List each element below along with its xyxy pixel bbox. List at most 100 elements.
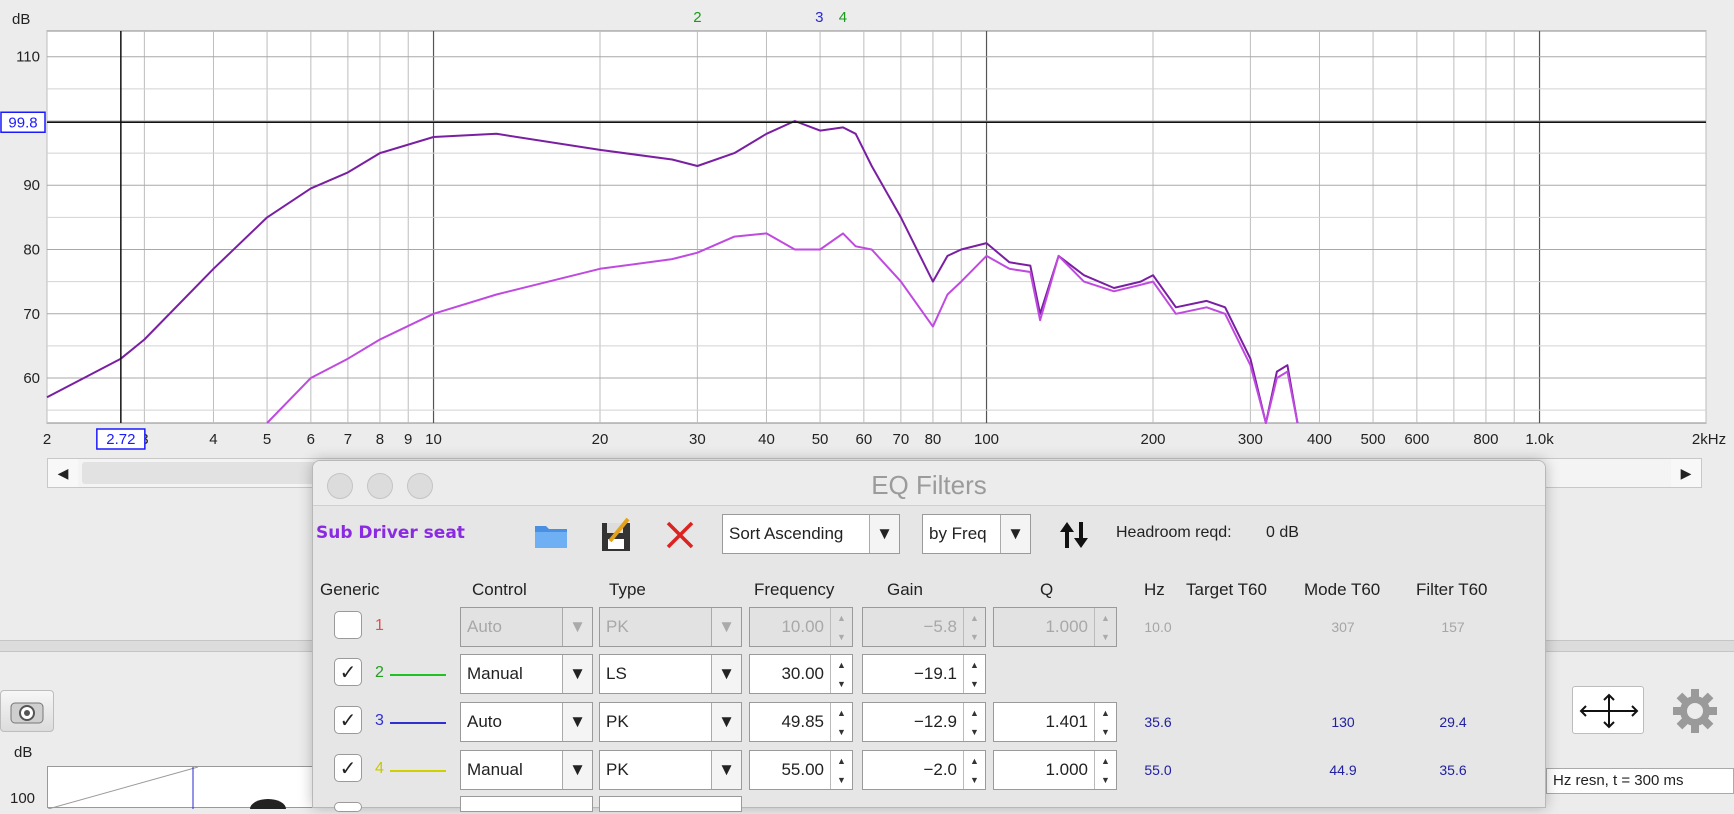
camera-button[interactable] <box>0 690 54 732</box>
chevron-down-icon: ▼ <box>562 608 592 646</box>
spin-up-icon[interactable]: ▲ <box>1095 751 1116 770</box>
spin-down-icon[interactable]: ▼ <box>1095 722 1116 741</box>
filter-q-value: 1.401 <box>1045 712 1088 731</box>
x-tick-label: 70 <box>893 431 910 448</box>
sort-order-select[interactable]: Sort Ascending ▼ <box>722 514 900 554</box>
filter-enable-checkbox[interactable] <box>334 611 362 639</box>
x-tick-label: 5 <box>263 431 271 448</box>
spin-up-icon[interactable]: ▲ <box>1095 608 1116 627</box>
spin-down-icon[interactable]: ▼ <box>964 722 985 741</box>
filter-control-select[interactable]: Manual ▼ <box>460 750 593 790</box>
filter-type-select[interactable]: PK ▼ <box>599 607 742 647</box>
spin-down-icon[interactable]: ▼ <box>831 722 852 741</box>
spin-down-icon[interactable]: ▼ <box>831 627 852 646</box>
spin-down-icon[interactable]: ▼ <box>831 770 852 789</box>
move-arrows-icon <box>1579 693 1639 729</box>
filter-frequency-spinner[interactable]: 49.85 ▲ ▼ <box>749 702 853 742</box>
filter-q-value: 1.000 <box>1045 617 1088 636</box>
spin-up-icon[interactable]: ▲ <box>964 751 985 770</box>
spin-up-icon[interactable]: ▲ <box>964 655 985 674</box>
x-tick-label: 50 <box>812 431 829 448</box>
spin-up-icon[interactable]: ▲ <box>964 608 985 627</box>
y-tick-label: 110 <box>16 49 40 66</box>
filter-5-control[interactable] <box>460 796 593 812</box>
frequency-response-chart[interactable]: dB 11090807060 2345678910203040506070801… <box>0 0 1734 452</box>
x-tick-label: 20 <box>592 431 609 448</box>
spin-down-icon[interactable]: ▼ <box>1095 770 1116 789</box>
chevron-down-icon: ▼ <box>711 608 741 646</box>
filter-control-select[interactable]: Auto ▼ <box>460 607 593 647</box>
header-filter-t60: Filter T60 <box>1416 580 1488 599</box>
filter-enable-checkbox[interactable]: ✓ <box>334 706 362 734</box>
spin-up-icon[interactable]: ▲ <box>831 655 852 674</box>
chevron-down-icon: ▼ <box>562 655 592 693</box>
filter-frequency-value: 49.85 <box>781 712 824 731</box>
scroll-left-button[interactable]: ◀ <box>48 459 78 487</box>
swap-order-button[interactable] <box>1054 515 1094 555</box>
checkmark-icon: ✓ <box>339 661 357 684</box>
filter-frequency-spinner[interactable]: 55.00 ▲ ▼ <box>749 750 853 790</box>
filter-gain-spinner[interactable]: −12.9 ▲ ▼ <box>862 702 986 742</box>
spin-down-icon[interactable]: ▼ <box>964 674 985 693</box>
filter-5-type[interactable] <box>599 796 742 812</box>
sort-order-value: Sort Ascending <box>729 524 844 543</box>
filter-5-checkbox[interactable] <box>334 802 362 812</box>
filter-control-select[interactable]: Manual ▼ <box>460 654 593 694</box>
spin-up-icon[interactable]: ▲ <box>831 703 852 722</box>
delete-icon <box>666 521 694 549</box>
filter-hz-value: 10.0 <box>1144 619 1172 635</box>
filter-gain-spinner[interactable]: −2.0 ▲ ▼ <box>862 750 986 790</box>
filter-number: 1 <box>375 617 384 634</box>
filter-frequency-value: 10.00 <box>781 617 824 636</box>
swap-vertical-icon <box>1060 522 1088 548</box>
filter-q-spinner[interactable]: 1.401 ▲ ▼ <box>993 702 1117 742</box>
measurement-name: Sub Driver seat <box>316 523 465 543</box>
filter-q-spinner[interactable]: 1.000 ▲ ▼ <box>993 607 1117 647</box>
filter-hz-value: 35.6 <box>1144 714 1172 730</box>
filter-type-select[interactable]: PK ▼ <box>599 750 742 790</box>
spin-down-icon[interactable]: ▼ <box>831 674 852 693</box>
folder-open-icon <box>535 526 567 548</box>
chevron-right-icon: ▶ <box>1680 464 1692 481</box>
filter-enable-checkbox[interactable]: ✓ <box>334 754 362 782</box>
scroll-right-button[interactable]: ▶ <box>1671 459 1701 487</box>
filter-frequency-spinner[interactable]: 30.00 ▲ ▼ <box>749 654 853 694</box>
clear-filters-button[interactable] <box>660 515 700 555</box>
filter-gain-spinner[interactable]: −5.8 ▲ ▼ <box>862 607 986 647</box>
chevron-down-icon: ▼ <box>869 515 899 553</box>
sort-by-select[interactable]: by Freq ▼ <box>922 514 1031 554</box>
spin-down-icon[interactable]: ▼ <box>964 770 985 789</box>
spin-up-icon[interactable]: ▲ <box>831 608 852 627</box>
spin-up-icon[interactable]: ▲ <box>964 703 985 722</box>
spin-up-icon[interactable]: ▲ <box>1095 703 1116 722</box>
filter-gain-value: −5.8 <box>923 617 957 636</box>
filter-enable-checkbox[interactable]: ✓ <box>334 658 362 686</box>
lower-graph[interactable] <box>47 766 317 814</box>
filter-frequency-spinner[interactable]: 10.00 ▲ ▼ <box>749 607 853 647</box>
x-tick-label: 300 <box>1238 431 1263 448</box>
plot-area[interactable] <box>46 30 1707 424</box>
settings-button[interactable] <box>1670 686 1720 736</box>
filter-type-value: LS <box>606 664 627 683</box>
x-tick-label: 60 <box>856 431 873 448</box>
x-cursor-readout: 2.72 <box>106 431 135 448</box>
open-filters-button[interactable] <box>531 515 571 555</box>
filter-control-select[interactable]: Auto ▼ <box>460 702 593 742</box>
filter-type-select[interactable]: LS ▼ <box>599 654 742 694</box>
chevron-down-icon: ▼ <box>711 655 741 693</box>
filter-gain-spinner[interactable]: −19.1 ▲ ▼ <box>862 654 986 694</box>
x-tick-label: 500 <box>1361 431 1386 448</box>
dialog-titlebar[interactable]: EQ Filters <box>313 461 1545 505</box>
filter-t60-value: 29.4 <box>1439 714 1467 730</box>
x-tick-label: 2 <box>43 431 51 448</box>
spin-down-icon[interactable]: ▼ <box>1095 627 1116 646</box>
filter-q-spinner[interactable]: 1.000 ▲ ▼ <box>993 750 1117 790</box>
filter-mode-t60-value: 130 <box>1331 714 1355 730</box>
filter-type-select[interactable]: PK ▼ <box>599 702 742 742</box>
filter-type-value: PK <box>606 712 629 731</box>
spin-up-icon[interactable]: ▲ <box>831 751 852 770</box>
move-arrows-button[interactable] <box>1572 686 1644 734</box>
save-filters-button[interactable] <box>596 515 636 555</box>
spin-down-icon[interactable]: ▼ <box>964 627 985 646</box>
filter-t60-value: 157 <box>1441 619 1465 635</box>
